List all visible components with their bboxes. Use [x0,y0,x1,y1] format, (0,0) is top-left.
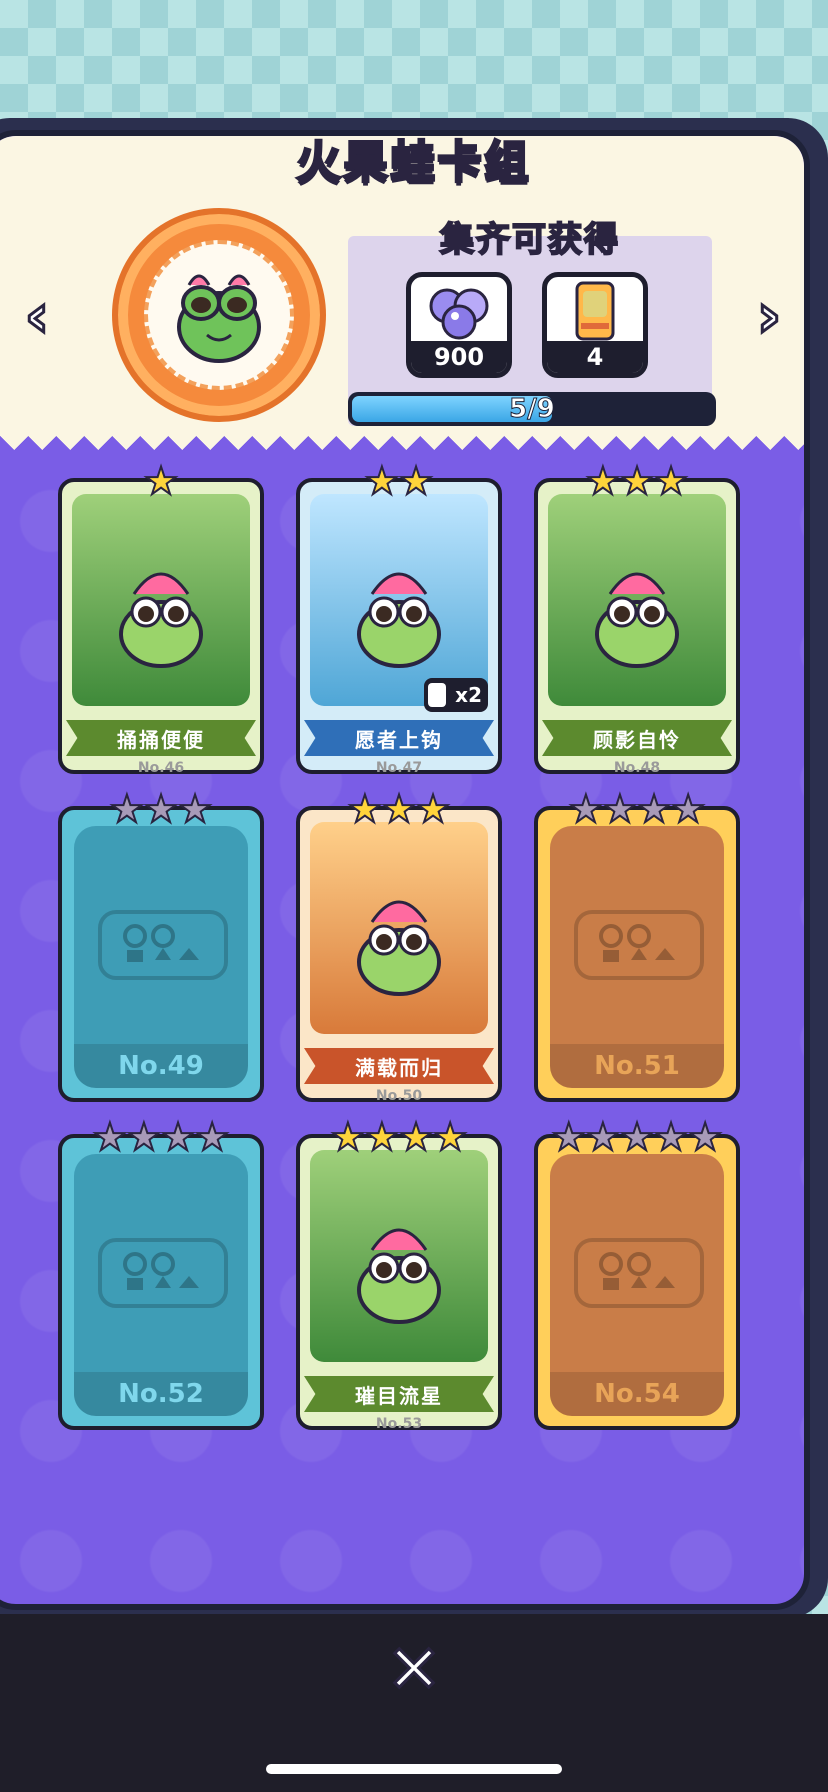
reward-item-card-pack[interactable]: 4 [542,272,648,378]
star-icon: ★ [398,459,434,503]
star-icon: ★ [160,1115,196,1159]
star-icon: ★ [585,459,621,503]
card-artwork [72,494,250,706]
card-number: No.46 [137,760,185,776]
star-icon: ★ [92,1115,128,1159]
reward-item-gems[interactable]: 900 [406,272,512,378]
star-icon: ★ [347,787,383,831]
collection-progress-bar: 5/9 [348,392,716,426]
card-pack-icon [547,277,643,347]
card-no52[interactable]: No.52 ★ ★ ★ ★ [58,1117,264,1430]
card-star-rating: ★ ★ ★ [300,787,498,831]
card-star-rating: ★ [62,459,260,503]
card-number: No.48 [613,760,661,776]
star-icon: ★ [653,459,689,503]
progress-text: 5/9 [509,394,556,425]
star-icon: ★ [602,787,638,831]
page-title: 火果蛙卡组 [295,136,532,190]
star-icon: ★ [109,787,145,831]
star-icon: ★ [381,787,417,831]
card-no53[interactable]: 璀目流星 No.53 ★ ★ ★ ★ [296,1117,502,1432]
close-x-icon[interactable]: ✕ [384,1635,444,1704]
card-no49[interactable]: No.49 ★ ★ ★ [58,789,264,1102]
card-number: No.49 [74,1044,248,1088]
card-star-rating: ★ ★ ★ ★ [538,787,736,831]
star-icon: ★ [687,1115,723,1159]
star-icon: ★ [670,787,706,831]
card-number: No.50 [375,1088,423,1104]
card-number: No.51 [550,1044,724,1088]
prev-set-chevron-left-icon[interactable]: ‹ [8,284,66,348]
card-name: 愿者上钩 [304,720,494,756]
star-icon: ★ [364,1115,400,1159]
card-star-rating: ★ ★ ★ [62,787,260,831]
card-no47[interactable]: x2 愿者上钩 No.47 ★ ★ [296,461,502,776]
home-indicator[interactable] [266,1764,562,1774]
reward-title: 集齐可获得 [439,219,620,261]
card-artwork [310,494,488,706]
card-number: No.53 [375,1416,423,1432]
star-icon: ★ [126,1115,162,1159]
card-no54[interactable]: No.54 ★ ★ ★ ★ ★ [534,1117,740,1430]
card-star-rating: ★ ★ [300,459,498,503]
card-no46[interactable]: 捅捅便便 No.46 ★ [58,461,264,776]
star-icon: ★ [653,1115,689,1159]
star-icon: ★ [432,1115,468,1159]
card-no51[interactable]: No.51 ★ ★ ★ ★ [534,789,740,1102]
star-icon: ★ [619,459,655,503]
star-icon: ★ [330,1115,366,1159]
star-icon: ★ [143,787,179,831]
gem-orbs-icon [411,277,507,347]
star-icon: ★ [398,1115,434,1159]
star-icon: ★ [551,1115,587,1159]
card-number: No.52 [74,1372,248,1416]
frog-portrait-icon [144,240,294,390]
star-icon: ★ [568,787,604,831]
star-icon: ★ [415,787,451,831]
card-star-rating: ★ ★ ★ ★ ★ [538,1115,736,1159]
card-star-rating: ★ ★ ★ ★ [300,1115,498,1159]
card-no50[interactable]: 满载而归 No.50 ★ ★ ★ [296,789,502,1104]
card-star-rating: ★ ★ ★ [538,459,736,503]
card-artwork [548,494,726,706]
star-icon: ★ [177,787,213,831]
star-icon: ★ [585,1115,621,1159]
reward-count: 4 [547,341,643,373]
card-artwork [310,822,488,1034]
card-back-emblem-icon [574,1238,704,1308]
card-name: 璀目流星 [304,1376,494,1412]
star-icon: ★ [194,1115,230,1159]
card-name: 满载而归 [304,1048,494,1084]
card-name: 顾影自怜 [542,720,732,756]
card-number: No.47 [375,760,423,776]
duplicate-count-badge: x2 [424,678,488,712]
star-icon: ★ [143,459,179,503]
card-back-emblem-icon [574,910,704,980]
card-back-emblem-icon [98,910,228,980]
card-number: No.54 [550,1372,724,1416]
card-artwork [310,1150,488,1362]
star-icon: ★ [619,1115,655,1159]
set-medal-frog-avatar [112,208,326,422]
next-set-chevron-right-icon[interactable]: › [740,284,798,348]
card-back-emblem-icon [98,1238,228,1308]
card-name: 捅捅便便 [66,720,256,756]
reward-count: 900 [411,341,507,373]
star-icon: ★ [364,459,400,503]
card-star-rating: ★ ★ ★ ★ [62,1115,260,1159]
card-no48[interactable]: 顾影自怜 No.48 ★ ★ ★ [534,461,740,776]
star-icon: ★ [636,787,672,831]
